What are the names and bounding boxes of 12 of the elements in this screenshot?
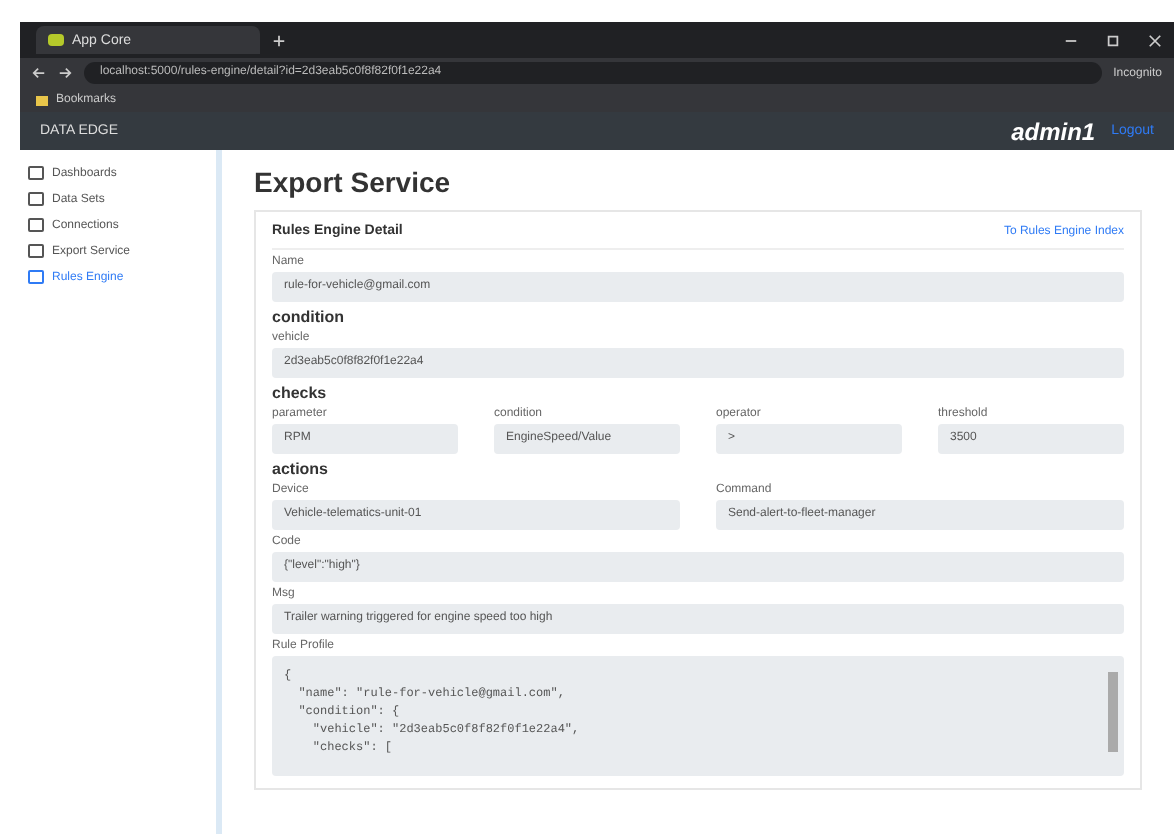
section-heading: condition xyxy=(272,308,346,326)
forward-icon[interactable] xyxy=(58,66,72,80)
section-heading: actions xyxy=(272,460,331,478)
user-name: admin1 xyxy=(1011,117,1096,145)
scrollbar[interactable] xyxy=(1108,672,1118,752)
maximize-icon[interactable] xyxy=(1106,33,1120,47)
section-heading: checks xyxy=(272,384,329,402)
close-icon[interactable] xyxy=(1148,33,1162,47)
back-icon[interactable] xyxy=(32,66,46,80)
folder-icon xyxy=(36,95,48,105)
page-title: Export Service xyxy=(254,166,453,198)
new-tab-icon[interactable] xyxy=(272,33,286,47)
